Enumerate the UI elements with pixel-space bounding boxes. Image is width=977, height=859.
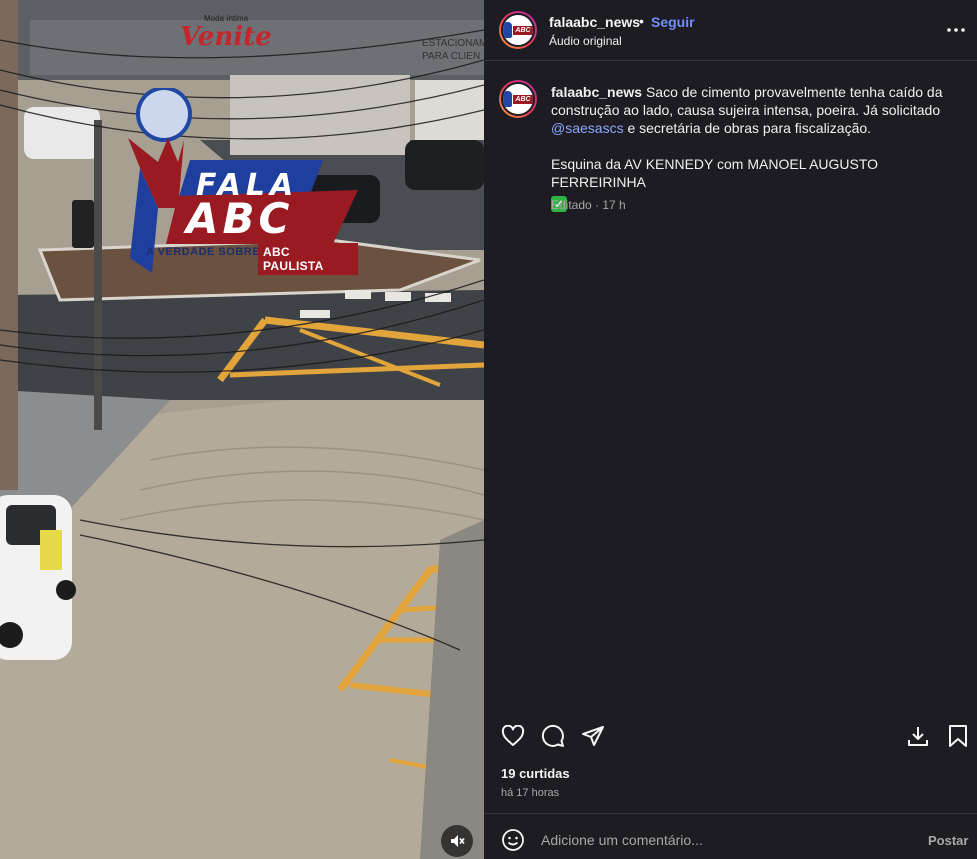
send-icon (582, 726, 604, 746)
post-comment-button[interactable]: Postar (928, 833, 968, 848)
like-button[interactable] (499, 722, 527, 750)
post-header: ABC falaabc_news • Seguir Áudio original (484, 0, 977, 61)
post-timestamp[interactable]: há 17 horas (501, 787, 559, 799)
mention-link[interactable]: @saesascs (551, 120, 624, 136)
post-caption: falaabc_news Saco de cimento provavelmen… (551, 83, 961, 212)
parking-sign-line1: ESTACIONAM (422, 38, 484, 49)
caption-meta: Editado · 17 h (551, 198, 626, 212)
heart-icon (501, 725, 525, 746)
action-bar (484, 718, 977, 754)
comment-bar: Postar (484, 813, 977, 859)
share-button[interactable] (579, 722, 607, 750)
audio-link[interactable]: Áudio original (549, 34, 622, 48)
caption-text-2: e secretária de obras para fiscalização. (627, 120, 872, 136)
caption-avatar[interactable]: ABC (499, 80, 537, 118)
parking-sign-line2: PARA CLIEN (422, 51, 481, 62)
fala-abc-logo: FALA ABC A VERDADE SOBRE ABC PAULISTA (118, 88, 358, 278)
more-options-button[interactable] (946, 20, 966, 40)
logo-abc-text: ABC (186, 194, 294, 243)
speaker-muted-icon (451, 835, 465, 847)
more-dots-icon (947, 28, 965, 32)
save-button[interactable] (944, 722, 972, 750)
likes-count[interactable]: 19 curtidas (501, 766, 570, 781)
emoji-icon (502, 829, 524, 851)
caption-text-3: Esquina da AV KENNEDY com MANOEL AUGUSTO… (551, 156, 879, 190)
bookmark-icon (949, 725, 967, 747)
avatar[interactable]: ABC (499, 11, 537, 49)
header-username[interactable]: falaabc_news (549, 14, 640, 30)
logo-tagline: A VERDADE SOBRE (146, 246, 261, 258)
download-button[interactable] (904, 722, 932, 750)
download-icon (908, 727, 928, 746)
logo-region: ABC PAULISTA (258, 243, 358, 275)
store-subtitle: Moda íntima (204, 14, 249, 23)
caption-username[interactable]: falaabc_news (551, 84, 642, 100)
post-video[interactable]: Venite Moda íntima ESTACIONAM PARA CLIEN… (0, 0, 484, 859)
post-sidebar: ABC falaabc_news • Seguir Áudio original… (484, 0, 977, 859)
comment-button[interactable] (539, 722, 567, 750)
comment-icon (541, 724, 564, 747)
mute-button[interactable] (441, 825, 473, 857)
comment-input[interactable] (541, 826, 911, 854)
separator-dot: • (639, 13, 644, 29)
store-sign: Venite (180, 22, 272, 52)
follow-button[interactable]: Seguir (651, 14, 695, 30)
emoji-button[interactable] (501, 828, 525, 852)
